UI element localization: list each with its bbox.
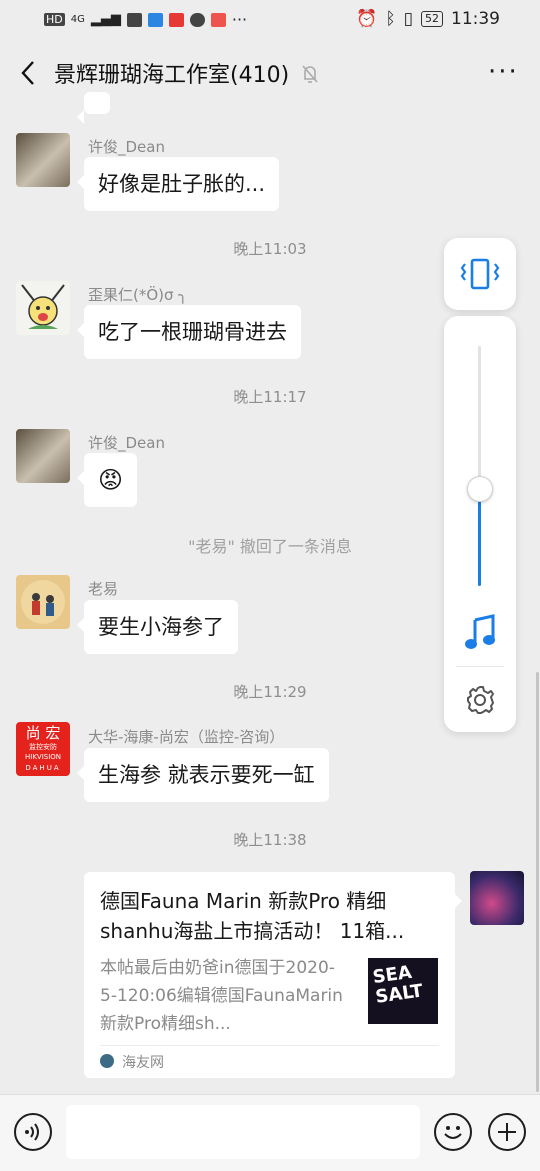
status-bar: HD 4G ▂▄▆ ··· ⏰ ᛒ ▯ 52 11:39 — [0, 0, 540, 40]
message-input[interactable] — [66, 1105, 420, 1159]
message-notification-icon — [168, 12, 184, 27]
message-bubble[interactable]: 要生小海参了 — [77, 600, 238, 654]
plus-icon — [498, 1123, 516, 1141]
more-notifications-icon: ··· — [231, 10, 248, 29]
network-label: 4G — [70, 14, 85, 25]
more-options-button[interactable]: ··· — [488, 59, 519, 85]
cartoon-face-icon — [21, 284, 65, 329]
app-notification-icon — [147, 12, 163, 27]
volume-slider[interactable] — [478, 346, 481, 586]
card-description: 本帖最后由奶爸in德国于2020-5-120:06编辑德国FaunaMarin新… — [100, 958, 343, 1034]
sender-name: 许俊_Dean — [88, 138, 165, 156]
signal-icon: ▂▄▆ — [90, 12, 121, 27]
card-thumbnail: SEA SALT — [368, 958, 438, 1024]
illustration-icon — [21, 580, 65, 624]
mute-bell-icon — [302, 65, 318, 83]
cloud-icon — [189, 12, 205, 27]
emoji-message-bubble[interactable]: 😡 — [76, 453, 138, 507]
avatar[interactable] — [16, 133, 70, 187]
avatar[interactable] — [16, 429, 70, 483]
battery-icon: 52 — [421, 11, 443, 27]
notification-icon — [126, 12, 142, 27]
avatar[interactable]: 尚 宏 监控安防 HIKVISION DAHUA — [16, 722, 70, 776]
message-bubble[interactable]: 生海参 就表示要死一缸 — [77, 748, 329, 802]
volume-panel — [444, 316, 516, 732]
my-avatar[interactable] — [470, 871, 524, 925]
volume-slider-fill — [478, 487, 481, 586]
volume-slider-knob[interactable] — [467, 475, 493, 502]
card-title: 德国Fauna Marin 新款Pro 精细shanhu海盐上市搞活动！ 11箱… — [100, 889, 405, 943]
back-icon[interactable] — [16, 58, 42, 88]
source-logo-icon — [100, 1054, 114, 1068]
card-source: 海友网 — [122, 1055, 164, 1071]
hd-label: HD — [44, 13, 65, 26]
more-functions-button[interactable] — [488, 1113, 526, 1151]
avatar-text: HIKVISION — [24, 753, 62, 761]
smiley-icon — [444, 1126, 462, 1139]
avatar[interactable] — [16, 281, 70, 335]
message-bubble[interactable]: 吃了一根珊瑚骨进去 — [77, 305, 301, 359]
volume-divider — [456, 666, 504, 667]
chat-title: 景辉珊瑚海工作室(410) — [54, 63, 290, 88]
scrollbar[interactable] — [536, 672, 539, 1092]
timestamp: 晚上11:38 — [233, 831, 307, 849]
sender-name: 许俊_Dean — [88, 434, 165, 452]
vibrate-mode-icon — [460, 258, 500, 290]
emoji-button[interactable] — [434, 1113, 472, 1151]
message-bubble[interactable]: 好像是肚子胀的... — [76, 157, 280, 211]
shared-link-card[interactable]: 德国Fauna Marin 新款Pro 精细shanhu海盐上市搞活动！ 11箱… — [84, 872, 462, 1078]
sender-name: 大华-海康-尚宏（监控-咨询） — [88, 728, 285, 746]
vibrate-icon: ▯ — [403, 9, 413, 29]
voice-input-button[interactable] — [14, 1113, 52, 1151]
avatar-text: 监控安防 — [29, 743, 57, 751]
alarm-icon: ⏰ — [356, 9, 378, 29]
status-time: 11:39 — [451, 9, 500, 29]
music-note-icon — [465, 614, 495, 649]
bluetooth-icon: ᛒ — [385, 9, 396, 29]
input-bar — [0, 1094, 540, 1171]
avatar[interactable] — [16, 575, 70, 629]
sender-name: 老易 — [88, 580, 119, 598]
ring-mode-button[interactable] — [444, 238, 516, 310]
sender-name: 歪果仁(*Ö)σ ╮ — [88, 286, 188, 304]
thumbnail-text: SEA SALT — [371, 961, 425, 1008]
book-icon — [210, 12, 226, 27]
chat-header: 景辉珊瑚海工作室(410) ··· — [0, 40, 540, 106]
gear-icon[interactable] — [464, 684, 496, 716]
avatar-text: 尚 宏 — [25, 724, 61, 742]
voice-icon — [25, 1123, 39, 1141]
message-bubble-partial[interactable] — [77, 92, 110, 124]
avatar-text: DAHUA — [25, 764, 61, 772]
card-divider — [100, 1045, 439, 1046]
